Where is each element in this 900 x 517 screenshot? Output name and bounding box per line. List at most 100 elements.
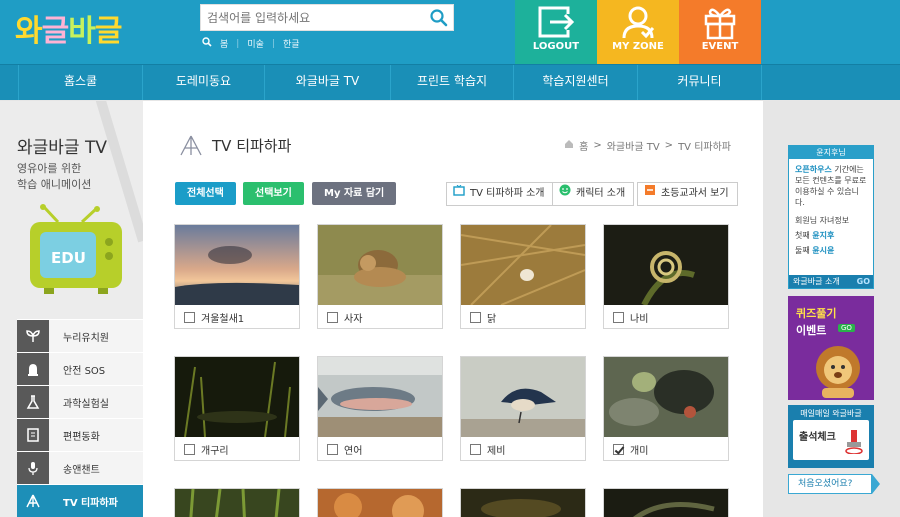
sidebar-item-song[interactable]: 송앤챈트	[17, 451, 143, 484]
video-item[interactable]: 개구리	[174, 356, 300, 461]
thumbnail-salmon[interactable]	[318, 357, 442, 437]
thumbnail-butterfly[interactable]	[604, 225, 728, 305]
item-caption: 닭	[470, 310, 496, 325]
breadcrumb-item[interactable]: 와글바글 TV	[607, 138, 660, 153]
sidebar-item-science[interactable]: 과학실험실	[17, 385, 143, 418]
thumbnail[interactable]	[604, 489, 728, 517]
quiz-event-banner[interactable]: 퀴즈풀기 이벤트 GO	[788, 296, 874, 400]
attendance-check-banner[interactable]: 매일매일 와글바글 출석체크	[788, 405, 874, 468]
video-item[interactable]	[603, 488, 729, 517]
alarm-icon	[17, 353, 49, 385]
item-checkbox[interactable]	[470, 312, 481, 323]
item-checkbox[interactable]	[327, 312, 338, 323]
item-caption: 연어	[327, 442, 362, 457]
video-item[interactable]: 연어	[317, 356, 443, 461]
item-caption: 개구리	[184, 442, 229, 457]
breadcrumb-current: TV 티파하파	[678, 142, 731, 153]
item-checkbox[interactable]	[184, 312, 195, 323]
video-item[interactable]: 제비	[460, 356, 586, 461]
logo-char: 바	[68, 14, 96, 49]
event-label: EVENT	[701, 41, 739, 52]
left-sidebar: 와글바글 TV 영유아를 위한 학습 애니메이션 EDU 누리유치원 안전 SO…	[0, 101, 143, 517]
attendance-title: 매일매일 와글바글	[800, 409, 862, 418]
breadcrumb-home[interactable]: 홈	[579, 138, 588, 153]
global-nav: 홈스쿨 도레미동요 와글바글 TV 프린트 학습지 학습지원센터 커뮤니티	[0, 64, 900, 100]
thumbnail-chicken[interactable]	[461, 225, 585, 305]
item-checkbox[interactable]	[470, 444, 481, 455]
nav-item-doremi[interactable]: 도레미동요	[143, 65, 265, 100]
antenna-icon	[17, 485, 49, 517]
thumbnail[interactable]	[318, 489, 442, 517]
gift-icon	[704, 8, 736, 40]
tipahapa-intro-button[interactable]: TV 티파하파 소개	[446, 182, 554, 206]
video-item[interactable]	[317, 488, 443, 517]
logout-button[interactable]: LOGOUT	[515, 0, 597, 64]
site-logo[interactable]: 와글바글	[15, 6, 122, 50]
keyword-link[interactable]: 미술	[247, 37, 264, 50]
myzone-button[interactable]: MY ZONE	[597, 0, 679, 64]
item-label: 닭	[487, 314, 497, 325]
keyword-link[interactable]: 봄	[220, 37, 228, 50]
search-icon	[202, 37, 212, 50]
go-label: GO	[856, 277, 870, 286]
description-line: 영유아를 위한	[17, 162, 82, 175]
search-input[interactable]	[201, 5, 421, 30]
keyword-link[interactable]: 한글	[283, 37, 300, 50]
item-caption: 겨울철새1	[184, 310, 244, 325]
item-label: 겨울철새1	[201, 314, 245, 325]
lion-illustration	[816, 346, 860, 398]
child-label: 첫째	[795, 231, 810, 240]
sidebar-item-label: 송앤챈트	[63, 464, 100, 476]
sidebar-item-story[interactable]: 편편동화	[17, 418, 143, 451]
video-item[interactable]: 개미	[603, 356, 729, 461]
user-name: 윤지후님	[789, 146, 873, 159]
nav-item-support[interactable]: 학습지원센터	[514, 65, 638, 100]
video-item[interactable]: 사자	[317, 224, 443, 329]
sidebar-item-label: 안전 SOS	[63, 365, 106, 377]
item-checkbox[interactable]	[613, 444, 624, 455]
thumbnail-swallow[interactable]	[461, 357, 585, 437]
flask-icon	[17, 386, 49, 418]
logo-char: 와	[15, 14, 43, 49]
view-selected-button[interactable]: 선택보기	[243, 182, 304, 205]
sidebar-item-tv-tipahapa[interactable]: TV 티파하파	[17, 484, 143, 517]
thumbnail-winter-birds[interactable]	[175, 225, 299, 305]
thumbnail-ant[interactable]	[604, 357, 728, 437]
item-caption: 개미	[613, 442, 648, 457]
nav-item-wagle-tv[interactable]: 와글바글 TV	[265, 65, 391, 100]
child-name[interactable]: 윤지후	[812, 231, 834, 240]
home-icon[interactable]	[564, 139, 574, 152]
divider: |	[271, 38, 275, 49]
child-name[interactable]: 윤시윤	[812, 246, 834, 255]
search-icon[interactable]	[429, 8, 449, 28]
thumbnail-lion[interactable]	[318, 225, 442, 305]
select-all-button[interactable]: 전체선택	[175, 182, 236, 205]
myzone-label: MY ZONE	[612, 41, 664, 52]
event-button[interactable]: EVENT	[679, 0, 761, 64]
video-item[interactable]	[174, 488, 300, 517]
item-checkbox[interactable]	[327, 444, 338, 455]
video-item[interactable]: 닭	[460, 224, 586, 329]
item-caption: 사자	[327, 310, 362, 325]
video-item[interactable]: 겨울철새1	[174, 224, 300, 329]
first-visit-button[interactable]: 처음오셨어요?	[788, 474, 880, 494]
child-info-title: 회원님 자녀정보	[795, 216, 850, 225]
item-checkbox[interactable]	[613, 312, 624, 323]
logout-icon	[538, 6, 575, 38]
nav-item-community[interactable]: 커뮤니티	[638, 65, 762, 100]
item-checkbox[interactable]	[184, 444, 195, 455]
thumbnail-frog[interactable]	[175, 357, 299, 437]
sidebar-item-safety[interactable]: 안전 SOS	[17, 352, 143, 385]
sidebar-item-nuri[interactable]: 누리유치원	[17, 319, 143, 352]
video-item[interactable]	[460, 488, 586, 517]
thumbnail[interactable]	[461, 489, 585, 517]
video-item[interactable]: 나비	[603, 224, 729, 329]
add-to-my-button[interactable]: My 자료 담기	[312, 182, 397, 205]
character-intro-button[interactable]: 캐릭터 소개	[552, 182, 635, 206]
thumbnail[interactable]	[175, 489, 299, 517]
nav-item-homeschool[interactable]: 홈스쿨	[18, 65, 143, 100]
nav-item-print[interactable]: 프린트 학습지	[391, 65, 514, 100]
notice-highlight[interactable]: 오픈하우스	[795, 165, 832, 174]
textbook-button[interactable]: 초등교과서 보기	[637, 182, 738, 206]
site-intro-link[interactable]: 와글바글 소개 GO	[789, 275, 873, 288]
